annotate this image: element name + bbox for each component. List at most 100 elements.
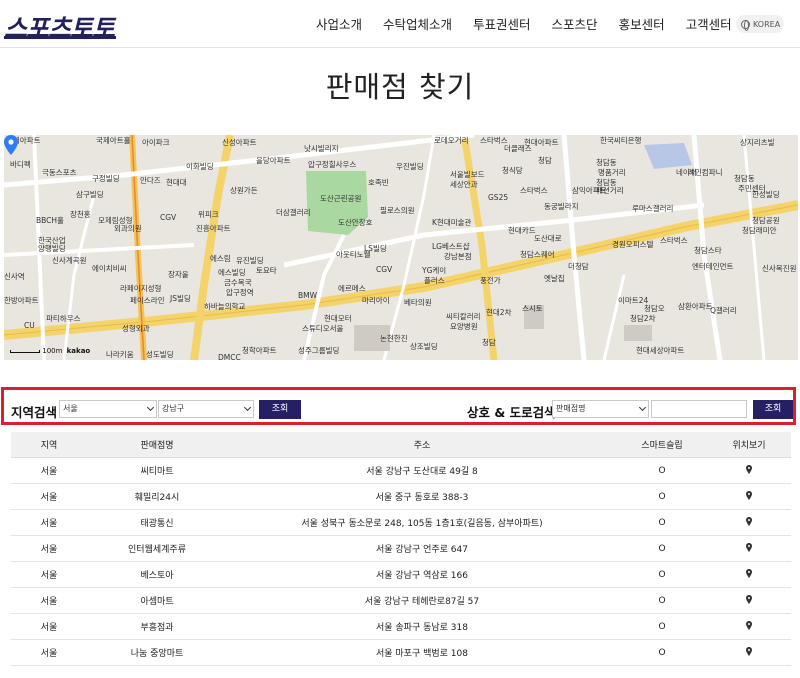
site-logo[interactable]: 스포츠토토 bbox=[4, 9, 115, 45]
table-row: 서울 나눔 중앙마트 서울 마포구 백범로 108 O bbox=[11, 640, 791, 666]
city-select[interactable]: 서울 bbox=[59, 400, 157, 418]
cell-location bbox=[707, 594, 791, 607]
map-label: 낫시빌리지 bbox=[304, 144, 339, 153]
map-label: 구정빌딩 bbox=[92, 174, 120, 183]
cell-region: 서울 bbox=[40, 545, 58, 555]
name-search-button[interactable]: 조회 bbox=[753, 400, 793, 419]
map-label: 에스림 bbox=[210, 254, 231, 263]
map-label: 필로스의원 bbox=[380, 206, 415, 215]
map-scale: 100m kakao bbox=[10, 347, 90, 355]
map-label: 현대카드 bbox=[508, 226, 536, 235]
cell-location bbox=[707, 620, 791, 633]
store-table: 지역 판매점명 주소 스마트슬립 위치보기 서울 씨티마트 서울 강남구 도산대로 … bbox=[11, 432, 791, 666]
location-pin-icon[interactable] bbox=[746, 646, 752, 656]
map-label: 삼환아파트 bbox=[678, 302, 713, 311]
cell-location bbox=[707, 464, 791, 477]
cell-address: 서울 마포구 백범로 108 bbox=[375, 649, 468, 659]
location-pin-icon[interactable] bbox=[746, 620, 752, 630]
map-label: 현대2차 bbox=[486, 308, 512, 317]
map-label: 상지리츠빌 bbox=[740, 138, 775, 147]
chevron-down-icon bbox=[146, 403, 155, 412]
logo-underline bbox=[4, 36, 116, 39]
map-label: 논현한진 bbox=[380, 334, 408, 343]
map-label: GS25 bbox=[488, 193, 509, 202]
map-label: 바디펙 bbox=[10, 160, 31, 169]
map-label: CGV bbox=[160, 213, 177, 222]
name-search-label: 상호 & 도로검색 bbox=[467, 405, 556, 420]
map-label: 이화빌딩 bbox=[186, 162, 214, 171]
location-pin-icon[interactable] bbox=[746, 594, 752, 604]
search-type-select[interactable]: 판매점명 bbox=[552, 400, 649, 418]
nav-item-ticket-center[interactable]: 투표권센터 bbox=[473, 14, 531, 33]
map-label: 신사역 bbox=[4, 272, 25, 281]
map-label: 더삼갤러리 bbox=[276, 208, 311, 217]
map-label: 토요타 bbox=[256, 266, 277, 275]
map-label: 에르메스 bbox=[338, 284, 366, 293]
map-label: 마리아이 bbox=[362, 296, 390, 305]
table-row: 서울 아셈마트 서울 강남구 테헤란로87길 57 O bbox=[11, 588, 791, 614]
cell-smart-slip: O bbox=[658, 517, 666, 528]
table-row: 서울 훼밀리24시 서울 중구 동호로 388-3 O bbox=[11, 484, 791, 510]
cell-smart-slip: O bbox=[658, 543, 666, 554]
map-label: 성형외과 bbox=[122, 324, 150, 333]
cell-region: 서울 bbox=[40, 623, 58, 633]
nav-item-business[interactable]: 사업소개 bbox=[316, 14, 362, 33]
cell-smart-slip: O bbox=[658, 569, 666, 580]
store-search-input[interactable] bbox=[651, 400, 747, 418]
cell-location bbox=[707, 490, 791, 503]
cell-location bbox=[707, 646, 791, 659]
map-label: 로데오거리 bbox=[434, 136, 469, 145]
region-search-label: 지역검색 bbox=[11, 405, 58, 420]
map-label: 도산대로 bbox=[534, 234, 562, 243]
nav-item-sports-team[interactable]: 스포츠단 bbox=[552, 14, 598, 33]
location-pin-icon[interactable] bbox=[746, 568, 752, 578]
main-nav: 사업소개 수탁업체소개 투표권센터 스포츠단 홍보센터 고객센터 bbox=[316, 14, 753, 33]
map-label: 우진빌딩 bbox=[396, 162, 424, 171]
map-scale-text: 100m bbox=[42, 347, 63, 355]
header-store-name: 판매점명 bbox=[140, 441, 174, 451]
map-label: 한국씨티은행 bbox=[600, 136, 642, 145]
map-label: 플러스 bbox=[424, 276, 445, 285]
nav-item-customer-center[interactable]: 고객센터 bbox=[686, 14, 732, 33]
map-label: 상조빌딩 bbox=[410, 342, 438, 351]
nav-item-pr-center[interactable]: 홍보센터 bbox=[619, 14, 665, 33]
map-label: 장자울 bbox=[168, 270, 189, 279]
map-label: 삼익아파트 bbox=[572, 186, 607, 195]
map-label: 장천홍 bbox=[70, 210, 91, 219]
district-select[interactable]: 강남구 bbox=[158, 400, 254, 418]
site-header: 스포츠토토 사업소개 수탁업체소개 투표권센터 스포츠단 홍보센터 고객센터 K… bbox=[0, 0, 800, 48]
store-map[interactable]: 현대아파트 국제아트홀 아이파크 신성아파트 낫시빌리지 로데오거리 스타벅스 현대아파트 한국… bbox=[4, 135, 798, 360]
cell-smart-slip: O bbox=[658, 465, 666, 476]
location-pin-icon[interactable] bbox=[746, 542, 752, 552]
map-label: 청담스타 bbox=[694, 246, 722, 255]
map-marker-icon[interactable] bbox=[4, 135, 18, 155]
cell-store-name: 씨티마트 bbox=[140, 467, 174, 477]
map-label: 도산근린공원 bbox=[320, 194, 362, 203]
location-pin-icon[interactable] bbox=[746, 464, 752, 474]
map-label: 동궁빌라지 bbox=[544, 202, 579, 211]
map-label: 한성빌딩 bbox=[752, 190, 780, 199]
map-label: DMCC bbox=[218, 353, 241, 360]
map-label: 세상안과 bbox=[450, 180, 478, 189]
cell-store-name: 태광통신 bbox=[140, 519, 174, 529]
cell-region: 서울 bbox=[40, 519, 58, 529]
map-label: 더청담 bbox=[568, 262, 589, 271]
location-pin-icon[interactable] bbox=[746, 516, 752, 526]
language-selector[interactable]: KOREA bbox=[736, 15, 784, 33]
map-label: 청식당 bbox=[502, 166, 523, 175]
nav-item-trustee[interactable]: 수탁업체소개 bbox=[383, 14, 452, 33]
map-label: 신사계곡원 bbox=[52, 256, 87, 265]
map-label: 현대대 bbox=[166, 178, 187, 187]
map-label: 더클래스 bbox=[504, 144, 532, 153]
map-label: JS빌딩 bbox=[170, 294, 191, 303]
map-label: 강남본점 bbox=[444, 252, 472, 261]
table-row: 서울 베스토아 서울 강남구 역삼로 166 O bbox=[11, 562, 791, 588]
location-pin-icon[interactable] bbox=[746, 490, 752, 500]
region-search-button[interactable]: 조회 bbox=[259, 400, 301, 419]
map-label: 나라키움 bbox=[106, 350, 134, 359]
cell-store-name: 베스토아 bbox=[140, 571, 174, 581]
cell-region: 서울 bbox=[40, 649, 58, 659]
map-label: 청담 bbox=[538, 156, 552, 165]
cell-store-name: 훼밀리24시 bbox=[134, 493, 180, 503]
table-row: 서울 부흥점과 서울 송파구 동남로 318 O bbox=[11, 614, 791, 640]
